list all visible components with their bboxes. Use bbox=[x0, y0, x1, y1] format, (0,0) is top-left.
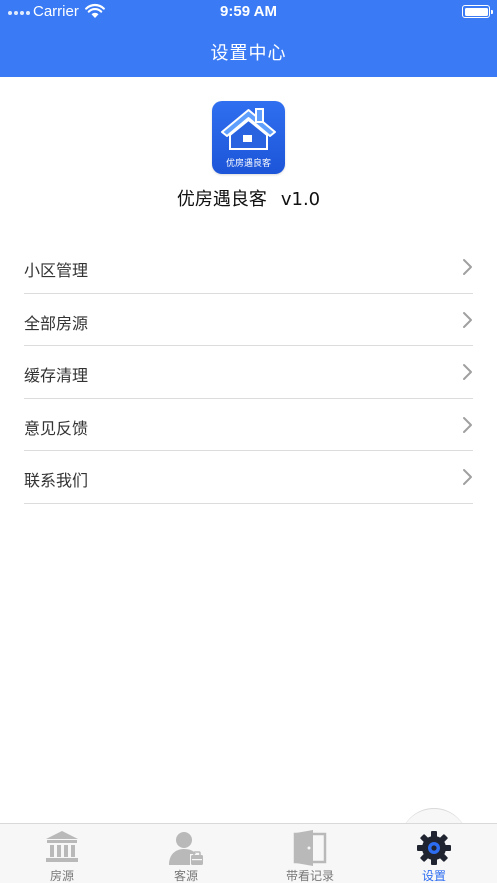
status-time: 9:59 AM bbox=[220, 3, 277, 20]
menu-item-label: 小区管理 bbox=[24, 261, 89, 280]
building-icon bbox=[46, 831, 78, 862]
tab-clients[interactable]: 客源 bbox=[124, 824, 248, 883]
menu-item-clear-cache[interactable]: 缓存清理 bbox=[24, 346, 473, 399]
chevron-right-icon bbox=[463, 364, 472, 380]
chevron-right-icon bbox=[463, 416, 472, 433]
door-icon bbox=[293, 830, 327, 866]
tab-settings[interactable]: 设置 bbox=[372, 824, 496, 883]
menu-item-contact-us[interactable]: 联系我们 bbox=[24, 451, 473, 504]
tab-label: 客源 bbox=[173, 869, 198, 883]
chevron-right-icon bbox=[463, 311, 472, 328]
user-icon bbox=[169, 832, 203, 865]
app-version: v1.0 bbox=[280, 189, 321, 210]
menu-item-label: 联系我们 bbox=[24, 471, 89, 490]
logo-text: 优房遇良客 bbox=[225, 159, 271, 169]
tab-label: 带看记录 bbox=[285, 869, 334, 883]
app-logo: 优房遇良客 bbox=[212, 101, 285, 174]
tab-viewing-records[interactable]: 带看记录 bbox=[248, 824, 372, 883]
menu-item-all-listings[interactable]: 全部房源 bbox=[24, 294, 473, 346]
tab-label: 设置 bbox=[421, 869, 446, 883]
menu-item-feedback[interactable]: 意见反馈 bbox=[24, 399, 473, 451]
tab-label: 房源 bbox=[49, 869, 74, 883]
chevron-right-icon bbox=[463, 469, 472, 485]
chevron-right-icon bbox=[463, 259, 472, 275]
battery-icon bbox=[462, 5, 493, 18]
menu-item-community-management[interactable]: 小区管理 bbox=[24, 241, 473, 294]
app-name-text: 优房遇良客 bbox=[176, 189, 267, 210]
tab-listings[interactable]: 房源 bbox=[0, 824, 124, 883]
gear-icon bbox=[417, 831, 451, 865]
menu-item-label: 意见反馈 bbox=[24, 418, 89, 438]
app-name: 优房遇良客 v1.0 bbox=[0, 185, 497, 211]
page-title: 设置中心 bbox=[210, 43, 287, 64]
status-bar: Carrier 9:59 AM bbox=[0, 0, 497, 24]
tab-bar: 房源 客源 带看记录 设置 bbox=[0, 823, 497, 883]
settings-menu: 小区管理 全部房源 缓存清理 意见反馈 联系我们 bbox=[24, 241, 497, 504]
menu-item-label: 缓存清理 bbox=[24, 366, 89, 385]
menu-item-label: 全部房源 bbox=[24, 313, 89, 333]
navigation-header: Carrier 9:59 AM 设置中心 bbox=[0, 0, 497, 77]
